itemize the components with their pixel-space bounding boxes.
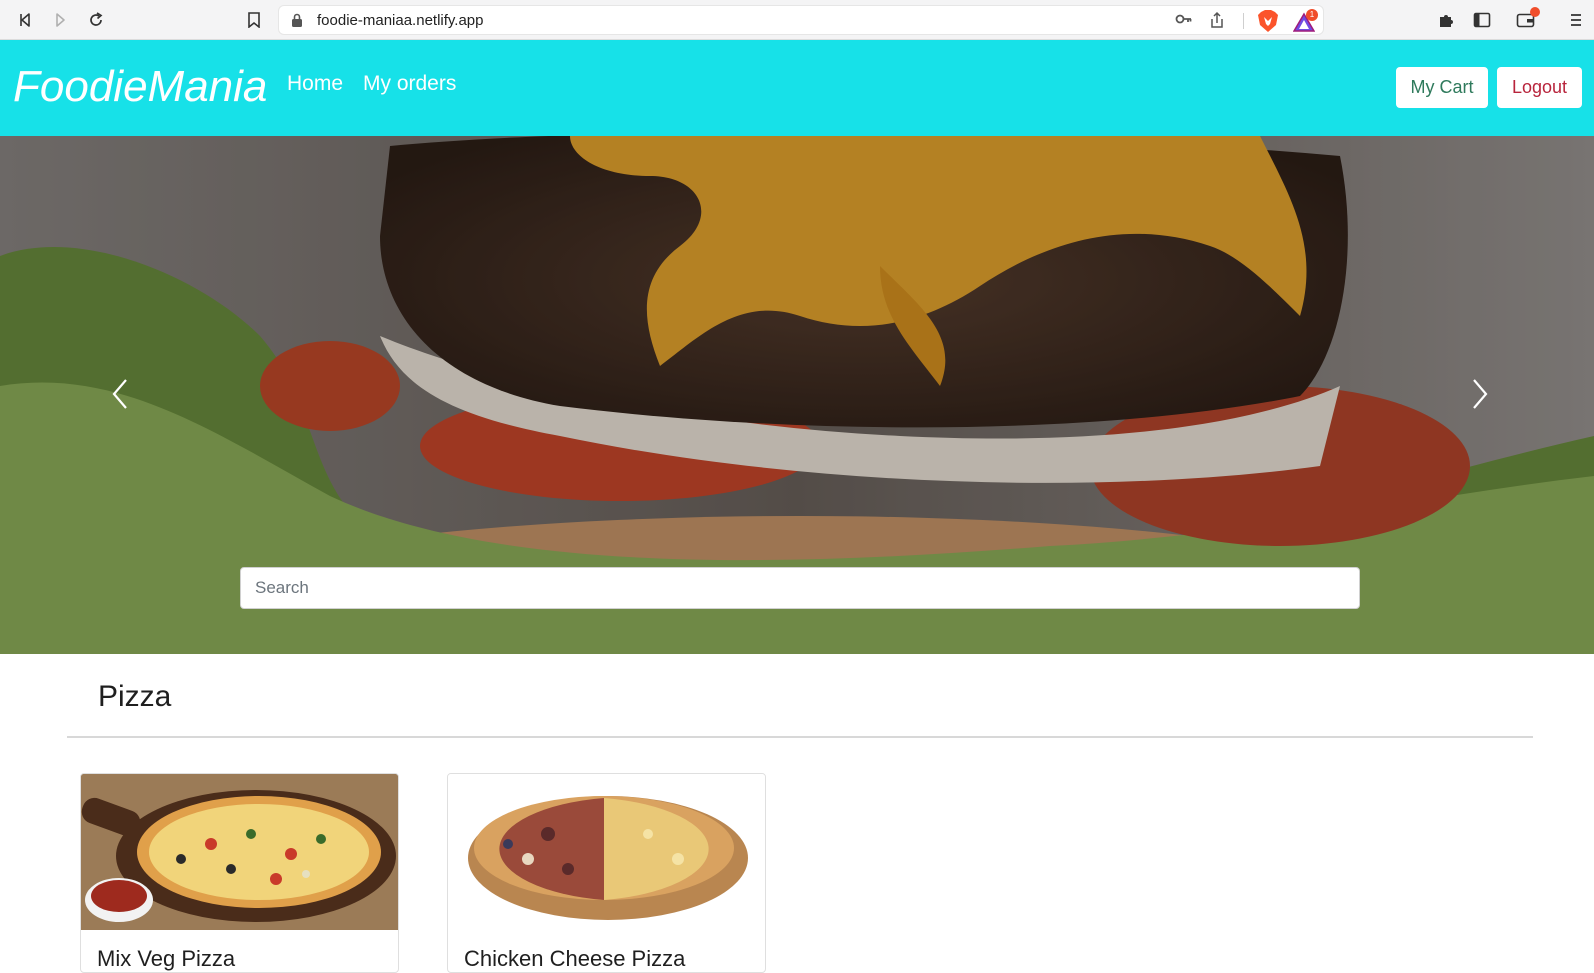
- back-icon[interactable]: [14, 8, 38, 32]
- divider: [1243, 13, 1244, 29]
- browser-toolbar: foodie-maniaa.netlify.app 1: [0, 0, 1594, 40]
- brave-shield-icon[interactable]: [1257, 9, 1279, 38]
- extensions-icon[interactable]: [1434, 8, 1458, 32]
- nav-link-my-orders[interactable]: My orders: [363, 72, 456, 96]
- nav-link-home[interactable]: Home: [287, 72, 343, 96]
- wallet-badge: [1530, 7, 1540, 17]
- bookmark-icon[interactable]: [242, 8, 266, 32]
- section-divider: [67, 736, 1533, 738]
- brand-logo[interactable]: FoodieMania: [13, 62, 267, 112]
- carousel-prev-icon[interactable]: [106, 374, 136, 414]
- reload-icon[interactable]: [84, 8, 108, 32]
- food-card-title: Mix Veg Pizza: [97, 946, 236, 971]
- menu-icon[interactable]: [1564, 8, 1588, 32]
- address-bar[interactable]: foodie-maniaa.netlify.app 1: [278, 5, 1324, 35]
- food-card-title: Chicken Cheese Pizza: [464, 946, 686, 971]
- share-icon[interactable]: [1209, 11, 1225, 34]
- mix-veg-pizza-image: [81, 774, 398, 930]
- logout-button[interactable]: Logout: [1497, 67, 1582, 108]
- rewards-badge: 1: [1306, 9, 1318, 21]
- wallet-icon[interactable]: [1514, 7, 1540, 32]
- lock-icon: [291, 13, 305, 29]
- brave-rewards-icon[interactable]: 1: [1293, 9, 1319, 33]
- url-text[interactable]: foodie-maniaa.netlify.app: [317, 12, 484, 29]
- food-card[interactable]: Mix Veg Pizza: [80, 773, 399, 973]
- my-cart-button[interactable]: My Cart: [1396, 67, 1488, 108]
- food-card[interactable]: Chicken Cheese Pizza: [447, 773, 766, 973]
- carousel-next-icon[interactable]: [1464, 374, 1494, 414]
- hero-carousel: [0, 136, 1594, 654]
- search-input[interactable]: [240, 567, 1360, 609]
- chicken-cheese-pizza-image: [448, 774, 765, 930]
- key-icon[interactable]: [1175, 12, 1193, 31]
- app-navbar: FoodieMania Home My orders My Cart Logou…: [0, 40, 1594, 136]
- category-title: Pizza: [98, 680, 172, 713]
- sidebar-icon[interactable]: [1470, 8, 1494, 32]
- forward-icon[interactable]: [48, 8, 72, 32]
